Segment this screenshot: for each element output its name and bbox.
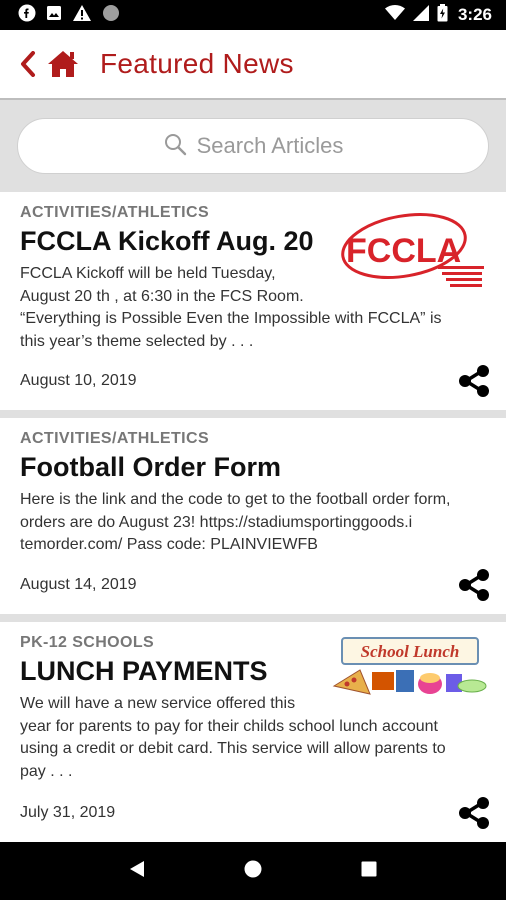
article-card[interactable]: ACTIVITIES/ATHLETICS FCCLA Kickoff Aug. …	[0, 192, 506, 410]
school-lunch-text: School Lunch	[361, 642, 460, 661]
signal-icon	[412, 4, 429, 26]
article-date: August 10, 2019	[20, 372, 137, 389]
search-icon	[163, 132, 187, 161]
fccla-logo-text: FCCLA	[346, 232, 461, 270]
status-system: 3:26	[384, 3, 492, 27]
article-excerpt: Here is the link and the code to get to …	[20, 491, 451, 553]
clock: 3:26	[457, 5, 492, 24]
share-icon[interactable]	[458, 364, 490, 398]
article-card[interactable]: PK-12 SCHOOLS LUNCH PAYMENTS We will hav…	[0, 622, 506, 842]
search-bar-container: Search Articles	[0, 100, 506, 192]
share-icon[interactable]	[458, 796, 490, 830]
system-nav-bar	[0, 842, 506, 900]
status-bar: 3:26	[0, 0, 506, 30]
fb-icon	[18, 4, 36, 27]
article-footer: August 14, 2019	[20, 568, 490, 602]
nav-back-icon[interactable]	[129, 860, 145, 883]
article-date: July 31, 2019	[20, 804, 116, 821]
article-list: ACTIVITIES/ATHLETICS FCCLA Kickoff Aug. …	[0, 192, 506, 842]
battery-icon	[437, 3, 448, 27]
home-icon[interactable]	[46, 49, 80, 79]
page-title: Featured News	[100, 48, 294, 79]
wifi-icon	[384, 4, 405, 26]
school-lunch-image: School Lunch	[332, 634, 488, 705]
share-icon[interactable]	[458, 568, 490, 602]
article-headline: Football Order Form	[20, 452, 282, 482]
circle-icon	[102, 4, 120, 27]
article-excerpt: We will have a new service offered this …	[20, 695, 446, 780]
app-bar: Featured News	[0, 30, 506, 100]
article-date: August 14, 2019	[20, 576, 137, 593]
search-input[interactable]: Search Articles	[17, 118, 489, 174]
article-category: ACTIVITIES/ATHLETICS	[20, 430, 210, 447]
article-footer: July 31, 2019	[20, 796, 490, 830]
nav-home-icon[interactable]	[244, 860, 262, 883]
status-notifications	[18, 4, 120, 27]
warning-icon	[72, 4, 92, 27]
back-chevron-icon[interactable]	[20, 51, 36, 77]
article-card[interactable]: ACTIVITIES/ATHLETICS Football Order Form…	[0, 418, 506, 614]
search-placeholder: Search Articles	[196, 133, 344, 158]
image-icon	[46, 5, 62, 26]
fccla-logo: FCCLA	[334, 204, 488, 297]
article-footer: August 10, 2019	[20, 364, 490, 398]
nav-recents-icon[interactable]	[361, 861, 377, 882]
